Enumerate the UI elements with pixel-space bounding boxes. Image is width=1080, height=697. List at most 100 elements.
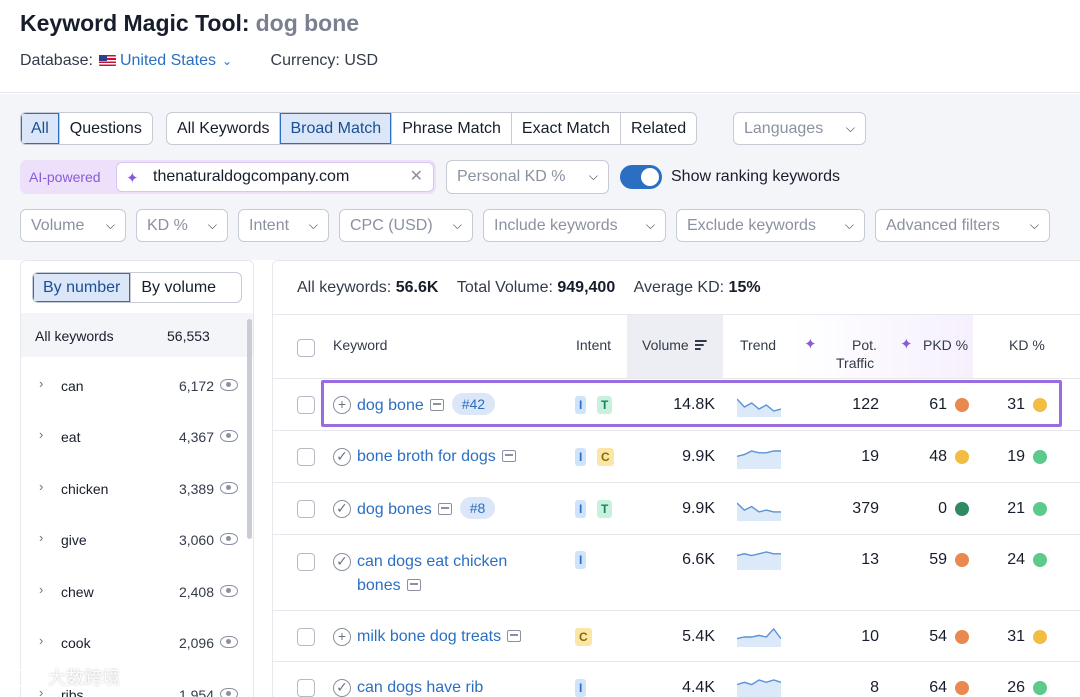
personal-kd-dropdown[interactable]: Personal KD % ⌵: [446, 160, 609, 194]
average-kd-value: 15%: [728, 279, 761, 296]
table-row[interactable]: ✓ bone broth for dogs I C 9.9K 19 48 19: [273, 431, 1080, 483]
check-circle-icon[interactable]: ✓: [333, 679, 351, 697]
advanced-filters[interactable]: Advanced filters ⌵: [875, 209, 1050, 242]
chevron-right-icon[interactable]: ›: [39, 427, 43, 442]
serp-features-icon[interactable]: [406, 579, 421, 591]
group-item[interactable]: › eat 4,367: [21, 412, 245, 463]
domain-input[interactable]: ✦ thenaturaldogcompany.com ✕: [116, 162, 434, 192]
cpc-filter-label: CPC (USD): [350, 217, 433, 234]
serp-features-icon[interactable]: [501, 450, 516, 462]
header-keyword[interactable]: Keyword: [333, 337, 387, 353]
eye-icon[interactable]: [220, 585, 238, 597]
volume-value: 9.9K: [682, 448, 715, 465]
tab-exact-match[interactable]: Exact Match: [512, 113, 621, 144]
tab-related[interactable]: Related: [621, 113, 696, 144]
group-item[interactable]: › cook 2,096: [21, 618, 245, 669]
chevron-right-icon[interactable]: ›: [39, 633, 43, 648]
tab-phrase-match[interactable]: Phrase Match: [392, 113, 512, 144]
row-checkbox[interactable]: [297, 500, 315, 518]
keyword-cell[interactable]: can dogs eat chicken bones: [357, 550, 507, 598]
serp-features-icon[interactable]: [507, 630, 522, 642]
row-checkbox[interactable]: [297, 448, 315, 466]
cpc-filter[interactable]: CPC (USD) ⌵: [339, 209, 473, 242]
volume-value: 6.6K: [682, 551, 715, 568]
header-volume[interactable]: Volume: [642, 337, 707, 353]
keyword-link[interactable]: can dogs eat chicken: [357, 553, 507, 570]
tab-questions[interactable]: Questions: [60, 113, 152, 144]
keyword-link[interactable]: bone broth for dogs: [357, 448, 496, 465]
group-count: 4,367: [178, 429, 214, 445]
all-keywords-group[interactable]: All keywords 56,553: [21, 313, 253, 357]
eye-icon[interactable]: [220, 533, 238, 545]
group-label: eat: [61, 429, 81, 445]
group-item[interactable]: › can 6,172: [21, 361, 245, 412]
group-item[interactable]: › chew 2,408: [21, 567, 245, 618]
keyword-cell[interactable]: bone broth for dogs: [357, 445, 516, 469]
keyword-link[interactable]: dog bones: [357, 501, 432, 518]
match-tabs: All Keywords Broad Match Phrase Match Ex…: [166, 112, 698, 145]
keyword-cell[interactable]: can dogs have rib: [357, 676, 483, 697]
kd-value: 19: [1007, 448, 1025, 465]
eye-icon[interactable]: [220, 430, 238, 442]
show-ranking-toggle[interactable]: [620, 165, 662, 189]
table-row[interactable]: + milk bone dog treats C 5.4K 10 54 31: [273, 611, 1080, 662]
header-kd[interactable]: KD %: [1009, 337, 1045, 353]
currency-label: Currency: USD: [270, 52, 379, 69]
toggle-knob: [641, 168, 659, 186]
clear-icon[interactable]: ✕: [410, 163, 423, 191]
table-row[interactable]: ✓ can dogs have rib I 4.4K 8 64 26: [273, 662, 1080, 697]
table-row[interactable]: ✓ can dogs eat chicken bones I 6.6K 13 59…: [273, 535, 1080, 611]
keyword-cell[interactable]: dog bones #8: [357, 497, 496, 522]
volume-filter[interactable]: Volume ⌵: [20, 209, 126, 242]
eye-icon[interactable]: [220, 379, 238, 391]
sort-icon[interactable]: [694, 340, 707, 350]
eye-icon[interactable]: [220, 482, 238, 494]
check-circle-icon[interactable]: ✓: [333, 553, 351, 571]
include-keywords-filter[interactable]: Include keywords ⌵: [483, 209, 666, 242]
tab-broad-match[interactable]: Broad Match: [280, 113, 393, 144]
header-pot-traffic-line1[interactable]: Pot.: [852, 337, 877, 353]
header-pkd[interactable]: PKD %: [923, 337, 968, 353]
table-row[interactable]: ✓ dog bones #8 I T 9.9K 379 0 21: [273, 483, 1080, 535]
tab-by-volume[interactable]: By volume: [131, 273, 226, 302]
group-item[interactable]: › chicken 3,389: [21, 464, 245, 515]
group-item[interactable]: › give 3,060: [21, 515, 245, 566]
sidebar-scrollbar[interactable]: [247, 319, 252, 539]
chevron-down-icon[interactable]: ⌄: [222, 54, 232, 68]
eye-icon[interactable]: [220, 636, 238, 648]
check-circle-icon[interactable]: ✓: [333, 500, 351, 518]
intent-filter[interactable]: Intent ⌵: [238, 209, 329, 242]
tab-all[interactable]: All: [21, 113, 60, 144]
header-pot-traffic-line2[interactable]: Traffic: [836, 355, 874, 371]
check-circle-icon[interactable]: ✓: [333, 448, 351, 466]
keyword-link[interactable]: milk bone dog treats: [357, 628, 501, 645]
languages-dropdown[interactable]: Languages ⌵: [733, 112, 866, 145]
keyword-link-line2[interactable]: bones: [357, 577, 401, 594]
chevron-right-icon[interactable]: ›: [39, 376, 43, 391]
intent-badge-informational: I: [575, 448, 587, 466]
chevron-right-icon[interactable]: ›: [39, 582, 43, 597]
kd-filter[interactable]: KD % ⌵: [136, 209, 228, 242]
select-all-checkbox[interactable]: [297, 339, 315, 357]
chevron-right-icon[interactable]: ›: [39, 479, 43, 494]
tab-by-number[interactable]: By number: [33, 273, 132, 302]
row-checkbox[interactable]: [297, 679, 315, 697]
header-intent[interactable]: Intent: [576, 337, 611, 353]
database-selector[interactable]: United States: [120, 52, 216, 69]
row-checkbox[interactable]: [297, 396, 315, 414]
serp-features-icon[interactable]: [437, 503, 452, 515]
pot-traffic-value: 8: [870, 679, 879, 696]
header-trend[interactable]: Trend: [740, 337, 776, 353]
chevron-right-icon[interactable]: ›: [39, 530, 43, 545]
tab-all-keywords[interactable]: All Keywords: [167, 113, 281, 144]
pkd-value: 0: [938, 500, 947, 517]
keyword-cell[interactable]: milk bone dog treats: [357, 625, 522, 649]
exclude-keywords-filter[interactable]: Exclude keywords ⌵: [676, 209, 865, 242]
chevron-down-icon: ⌵: [844, 218, 854, 232]
add-keyword-icon[interactable]: +: [333, 628, 351, 646]
row-checkbox[interactable]: [297, 553, 315, 571]
row-checkbox[interactable]: [297, 628, 315, 646]
keyword-link[interactable]: can dogs have rib: [357, 679, 483, 696]
keyword-summary: All keywords: 56.6K Total Volume: 949,40…: [297, 279, 761, 297]
eye-icon[interactable]: [220, 688, 238, 697]
